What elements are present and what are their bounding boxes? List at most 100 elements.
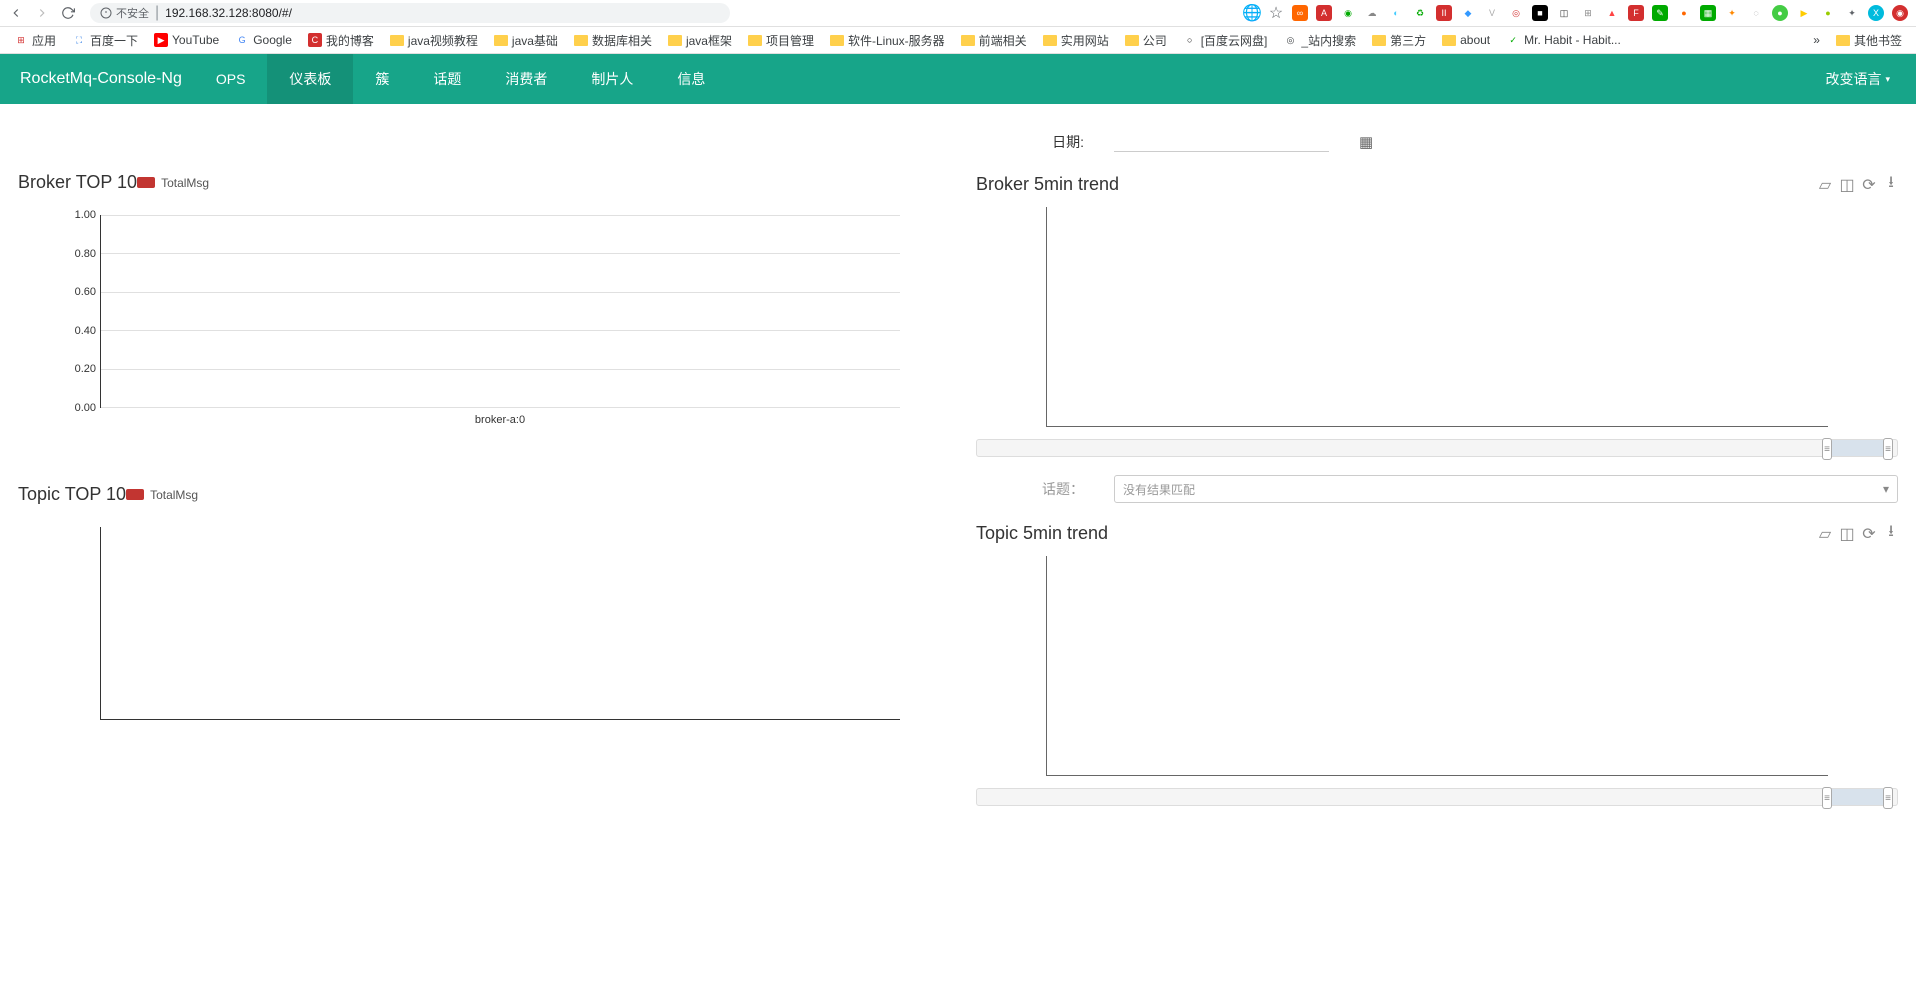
bookmark-item[interactable]: about [1436, 31, 1496, 49]
brand[interactable]: RocketMq-Console-Ng [8, 70, 194, 88]
topic-select[interactable]: 没有结果匹配 [1114, 475, 1898, 503]
ext-icon[interactable]: II [1436, 5, 1452, 21]
broker-top-chart: 0.000.200.400.600.801.00broker-a:0 [66, 205, 920, 430]
zoom-reset-icon[interactable]: ◫ [1840, 527, 1854, 541]
y-tick: 0.20 [75, 363, 96, 375]
topic-label: 话题： [984, 479, 1084, 499]
ext-icon[interactable]: ▶ [1796, 5, 1812, 21]
slider-handle-right[interactable]: ≡ [1883, 787, 1893, 809]
zoom-reset-icon[interactable]: ◫ [1840, 178, 1854, 192]
slider-handle-left[interactable]: ≡ [1822, 438, 1832, 460]
content: Broker TOP 10 TotalMsg 0.000.200.400.600… [0, 104, 1916, 834]
bookmark-item[interactable]: java框架 [662, 30, 738, 51]
legend-totalmsg[interactable]: TotalMsg [126, 488, 198, 502]
translate-icon[interactable]: 🌐 [1244, 5, 1260, 21]
ext-icon[interactable]: V [1484, 5, 1500, 21]
ext-icon[interactable]: ■ [1532, 5, 1548, 21]
extension-icons: 🌐 ☆ ∞ A ◉ ☁ ◐ ♻ II ◆ V ◎ ■ ◫ ⊞ ▲ F ✎ ● ▦… [1244, 5, 1908, 21]
calendar-icon[interactable]: ▦ [1359, 133, 1373, 151]
bookmark-bar: ⊞应用 ⛶百度一下 ▶YouTube GGoogle C我的博客 java视频教… [0, 27, 1916, 54]
bookmark-item[interactable]: java基础 [488, 30, 564, 51]
security-indicator: 不安全 [100, 5, 149, 21]
back-button[interactable] [8, 5, 24, 21]
reload-button[interactable] [60, 5, 76, 21]
nav-consumer[interactable]: 消费者 [483, 54, 569, 104]
ext-icon[interactable]: ● [1820, 5, 1836, 21]
ext-icon[interactable]: ◆ [1460, 5, 1476, 21]
ext-icon[interactable]: ◌ [1748, 5, 1764, 21]
slider-handle-right[interactable]: ≡ [1883, 438, 1893, 460]
nav-message[interactable]: 信息 [655, 54, 727, 104]
star-icon[interactable]: ☆ [1268, 5, 1284, 21]
ext-icon[interactable]: ◉ [1892, 5, 1908, 21]
ext-icon[interactable]: ● [1772, 5, 1788, 21]
lang-switch[interactable]: 改变语言▾ [1807, 69, 1908, 89]
date-label: 日期: [984, 132, 1084, 152]
topic-trend-chart [1046, 556, 1828, 776]
bookmark-item[interactable]: 公司 [1119, 30, 1173, 51]
chart-tools: ▱ ◫ ⟳ ⭳ [1818, 527, 1898, 541]
download-icon[interactable]: ⭳ [1884, 178, 1898, 192]
bookmark-item[interactable]: 前端相关 [955, 30, 1033, 51]
download-icon[interactable]: ⭳ [1884, 527, 1898, 541]
bookmark-item[interactable]: 软件-Linux-服务器 [824, 30, 951, 51]
ext-icon[interactable]: ☁ [1364, 5, 1380, 21]
ext-icon[interactable]: ⊞ [1580, 5, 1596, 21]
x-tick: broker-a:0 [475, 414, 525, 426]
ext-icon[interactable]: ✦ [1724, 5, 1740, 21]
ext-icon[interactable]: ◐ [1388, 5, 1404, 21]
bookmark-item[interactable]: 实用网站 [1037, 30, 1115, 51]
broker-trend-chart [1046, 207, 1828, 427]
extensions-icon[interactable]: ✦ [1844, 5, 1860, 21]
ext-icon[interactable]: ∞ [1292, 5, 1308, 21]
ext-icon[interactable]: ◉ [1340, 5, 1356, 21]
bookmark-item[interactable]: C我的博客 [302, 30, 380, 51]
bookmarks-overflow[interactable]: » [1807, 31, 1826, 49]
apps-button[interactable]: ⊞应用 [8, 30, 62, 51]
ext-icon[interactable]: ▦ [1700, 5, 1716, 21]
ext-icon[interactable]: A [1316, 5, 1332, 21]
legend-swatch [126, 489, 144, 500]
nav-cluster[interactable]: 簇 [353, 54, 411, 104]
zoom-area-icon[interactable]: ▱ [1818, 178, 1832, 192]
legend-totalmsg[interactable]: TotalMsg [137, 176, 209, 190]
nav-topic[interactable]: 话题 [411, 54, 483, 104]
avatar-icon[interactable]: X [1868, 5, 1884, 21]
data-zoom-slider[interactable]: ≡ ≡ [976, 439, 1898, 457]
y-tick: 0.80 [75, 248, 96, 260]
zoom-area-icon[interactable]: ▱ [1818, 527, 1832, 541]
bookmark-item[interactable]: ◎_站内搜索 [1277, 30, 1362, 51]
security-text: 不安全 [116, 5, 149, 21]
bookmark-item[interactable]: ⛶百度一下 [66, 30, 144, 51]
bookmark-item[interactable]: GGoogle [229, 31, 298, 49]
data-zoom-slider[interactable]: ≡ ≡ [976, 788, 1898, 806]
bookmark-item[interactable]: 第三方 [1366, 30, 1432, 51]
ext-icon[interactable]: F [1628, 5, 1644, 21]
bookmark-item[interactable]: 项目管理 [742, 30, 820, 51]
nav-ops[interactable]: OPS [194, 54, 268, 104]
refresh-icon[interactable]: ⟳ [1862, 178, 1876, 192]
address-bar[interactable]: 不安全 | 192.168.32.128:8080/#/ [90, 3, 730, 23]
left-column: Broker TOP 10 TotalMsg 0.000.200.400.600… [10, 132, 948, 824]
y-tick: 1.00 [75, 209, 96, 221]
bookmark-item[interactable]: java视频教程 [384, 30, 484, 51]
bookmark-item[interactable]: 数据库相关 [568, 30, 658, 51]
slider-handle-left[interactable]: ≡ [1822, 787, 1832, 809]
other-bookmarks[interactable]: 其他书签 [1830, 30, 1908, 51]
bookmark-item[interactable]: ✓Mr. Habit - Habit... [1500, 31, 1627, 49]
ext-icon[interactable]: ◫ [1556, 5, 1572, 21]
date-input[interactable] [1114, 132, 1329, 152]
forward-button[interactable] [34, 5, 50, 21]
ext-icon[interactable]: ▲ [1604, 5, 1620, 21]
nav-dashboard[interactable]: 仪表板 [267, 54, 353, 104]
app-navbar: RocketMq-Console-Ng OPS 仪表板 簇 话题 消费者 制片人… [0, 54, 1916, 104]
bookmark-item[interactable]: ○[百度云网盘] [1177, 30, 1274, 51]
bookmark-item[interactable]: ▶YouTube [148, 31, 225, 49]
refresh-icon[interactable]: ⟳ [1862, 527, 1876, 541]
ext-icon[interactable]: ◎ [1508, 5, 1524, 21]
ext-icon[interactable]: ♻ [1412, 5, 1428, 21]
nav-producer[interactable]: 制片人 [569, 54, 655, 104]
legend-swatch [137, 177, 155, 188]
ext-icon[interactable]: ● [1676, 5, 1692, 21]
ext-icon[interactable]: ✎ [1652, 5, 1668, 21]
